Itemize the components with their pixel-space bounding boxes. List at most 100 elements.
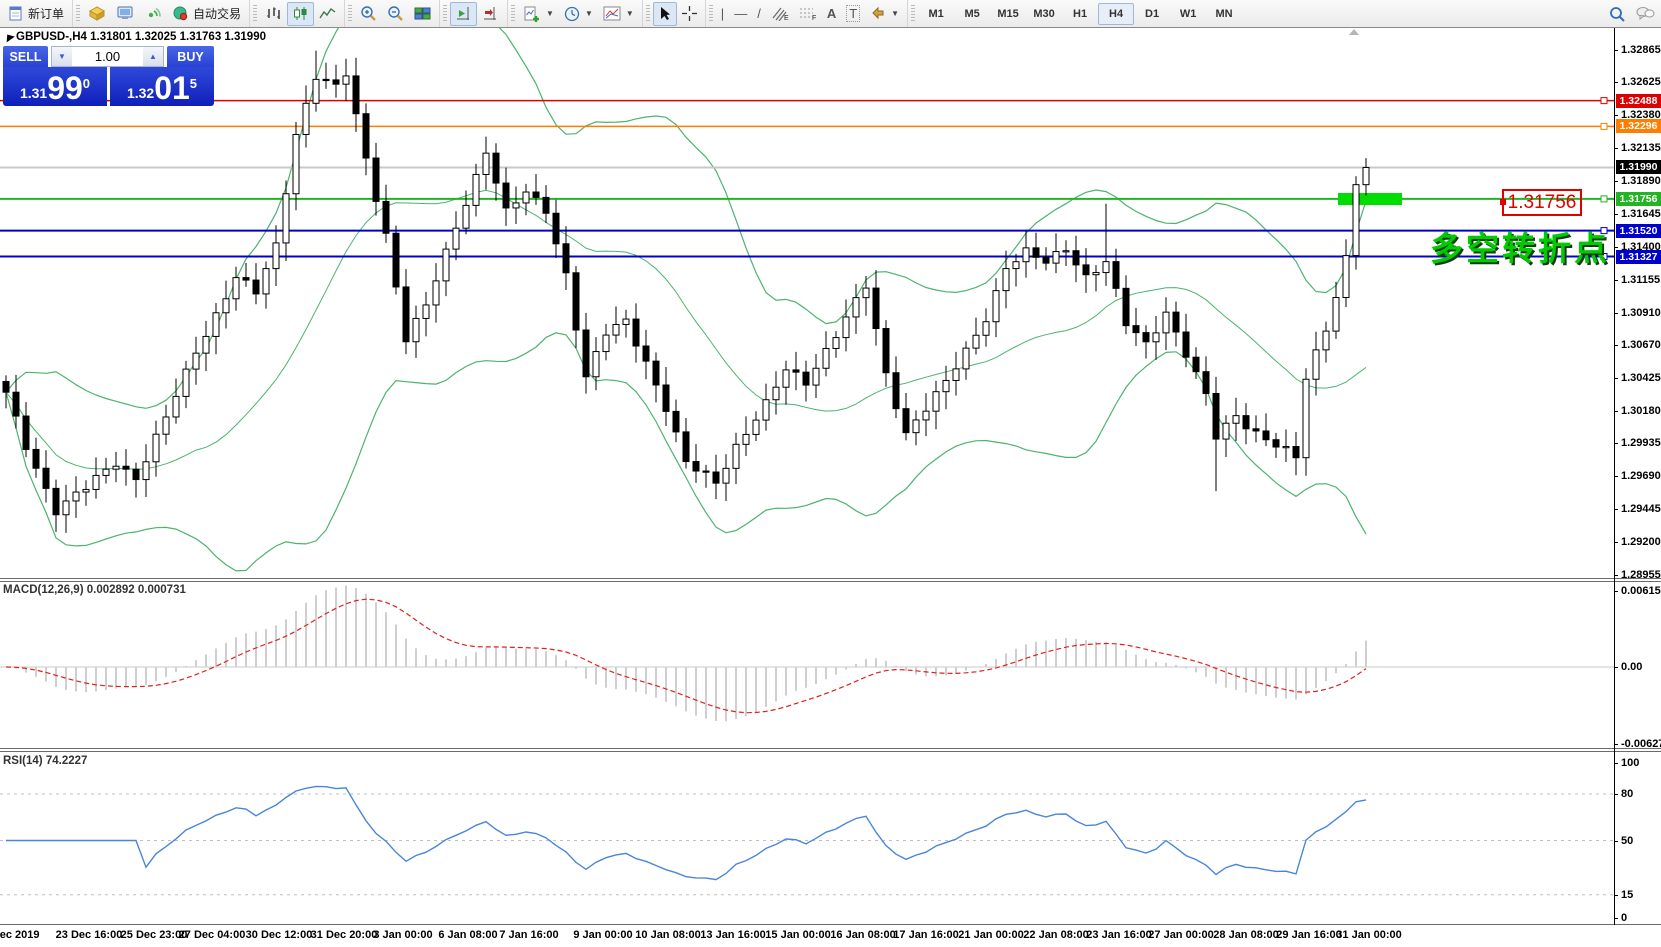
text-tool-button[interactable]: A [822, 2, 841, 26]
candle-body [403, 287, 409, 342]
price-tick-dash [1614, 50, 1618, 51]
time-axis[interactable]: 20 Dec 201923 Dec 16:0025 Dec 23:0027 De… [0, 925, 1614, 947]
candle-body [153, 434, 159, 462]
fibonacci-icon: F [799, 6, 817, 21]
fibonacci-tool-button[interactable]: F [794, 2, 822, 26]
hline-handle[interactable] [1601, 196, 1607, 202]
template-button[interactable]: ▼ [598, 2, 639, 26]
cn-annotation[interactable]: 多空转折点 [1430, 222, 1610, 270]
timeframe-m1[interactable]: M1 [918, 3, 954, 25]
hline-handle[interactable] [1601, 98, 1607, 104]
candle-body [963, 348, 969, 369]
trendline-tool-button[interactable]: / [752, 2, 766, 26]
add-indicator-button[interactable]: ▼ [518, 2, 559, 26]
candle-body [443, 249, 449, 281]
volume-down-button[interactable]: ▼ [52, 47, 72, 66]
chart-shift-button[interactable] [477, 2, 504, 26]
timeframe-w1[interactable]: W1 [1170, 3, 1206, 25]
line-chart-button[interactable] [314, 2, 341, 26]
candle-body [273, 243, 279, 269]
time-tick-label: 22 Jan 08:00 [1023, 929, 1088, 941]
time-tick-label: 17 Jan 16:00 [893, 929, 958, 941]
candle-body [53, 488, 59, 514]
price-tick-dash [1614, 378, 1618, 379]
panel-splitter-macd-2 [0, 581, 1661, 582]
macd-tick-dash [1614, 744, 1618, 745]
new-order-button[interactable]: 新订单 [3, 2, 69, 26]
crosshair-button[interactable] [677, 2, 702, 26]
buy-button[interactable]: BUY [167, 46, 214, 67]
panel-splitter-rsi[interactable] [0, 748, 1661, 749]
candle-body [623, 319, 629, 324]
panel-splitter-macd[interactable] [0, 578, 1661, 579]
bars-chart-button[interactable] [260, 2, 287, 26]
candles-chart-button[interactable] [287, 2, 314, 26]
sell-button[interactable]: SELL [3, 46, 48, 67]
rsi-tick-label: 80 [1621, 788, 1633, 800]
shapes-tool-button[interactable]: ▼ [865, 2, 904, 26]
candle-body [573, 273, 579, 330]
candle-body [1143, 333, 1149, 342]
hline-tool-button[interactable]: — [729, 2, 752, 26]
scroll-to-end-marker[interactable] [1349, 29, 1359, 35]
timeframe-mn[interactable]: MN [1206, 3, 1242, 25]
candle-body [213, 313, 219, 337]
shapes-caret: ▼ [891, 9, 899, 18]
tile-windows-button[interactable] [409, 2, 436, 26]
candle-body [1133, 326, 1139, 333]
search-icon[interactable] [1609, 6, 1625, 22]
price-annotation-box[interactable]: 1.31756 [1502, 189, 1582, 216]
candle-body [923, 411, 929, 420]
cursor-button[interactable] [653, 2, 677, 26]
auto-scroll-button[interactable] [450, 2, 477, 26]
timeframe-h4[interactable]: H4 [1098, 3, 1134, 25]
buy-price[interactable]: 1.32015 [110, 67, 214, 106]
chat-icon[interactable] [1635, 6, 1655, 21]
rsi-panel[interactable] [0, 752, 1614, 924]
zoom-out-button[interactable] [382, 2, 409, 26]
period-caret: ▼ [585, 9, 593, 18]
svg-text:E: E [784, 15, 789, 21]
candle-body [793, 370, 799, 372]
time-tick-label: 29 Jan 16:00 [1276, 929, 1341, 941]
candle-body [1073, 251, 1079, 265]
signals-button[interactable] [139, 2, 167, 26]
timeframe-d1[interactable]: D1 [1134, 3, 1170, 25]
autotrade-icon [172, 6, 189, 21]
green-zone-annotation[interactable] [1338, 193, 1402, 205]
timeframe-m30[interactable]: M30 [1026, 3, 1062, 25]
macd-panel[interactable] [0, 582, 1614, 748]
volume-up-button[interactable]: ▲ [143, 47, 163, 66]
candle-body [973, 335, 979, 348]
terminal-button[interactable] [111, 2, 139, 26]
candle-body [533, 192, 539, 197]
market-watch-button[interactable] [83, 2, 111, 26]
zoom-in-button[interactable] [355, 2, 382, 26]
period-button[interactable]: ▼ [559, 2, 598, 26]
cursor-icon [658, 6, 672, 21]
timeframe-m5[interactable]: M5 [954, 3, 990, 25]
candle-body [483, 153, 489, 174]
new-order-icon [8, 6, 24, 21]
candle-body [433, 281, 439, 305]
label-tool-button[interactable]: T [841, 2, 865, 26]
vline-tool-button[interactable]: | [716, 2, 729, 26]
hline-handle[interactable] [1601, 123, 1607, 129]
candle-body [143, 462, 149, 480]
candle-body [223, 299, 229, 313]
main-chart-panel[interactable] [0, 28, 1614, 578]
candle-body [113, 466, 119, 469]
candle-body [673, 411, 679, 431]
candle-body [773, 387, 779, 400]
channel-tool-button[interactable]: E [766, 2, 794, 26]
timeframe-h1[interactable]: H1 [1062, 3, 1098, 25]
candle-body [453, 228, 459, 249]
annotation-handle[interactable] [1500, 199, 1506, 205]
volume-value[interactable]: 1.00 [72, 47, 143, 66]
autotrade-button[interactable]: 自动交易 [167, 2, 246, 26]
time-tick-label: 13 Jan 16:00 [700, 929, 765, 941]
sell-price[interactable]: 1.31990 [3, 67, 107, 106]
candle-body [353, 76, 359, 114]
time-tick-label: 23 Jan 16:00 [1086, 929, 1151, 941]
timeframe-m15[interactable]: M15 [990, 3, 1026, 25]
